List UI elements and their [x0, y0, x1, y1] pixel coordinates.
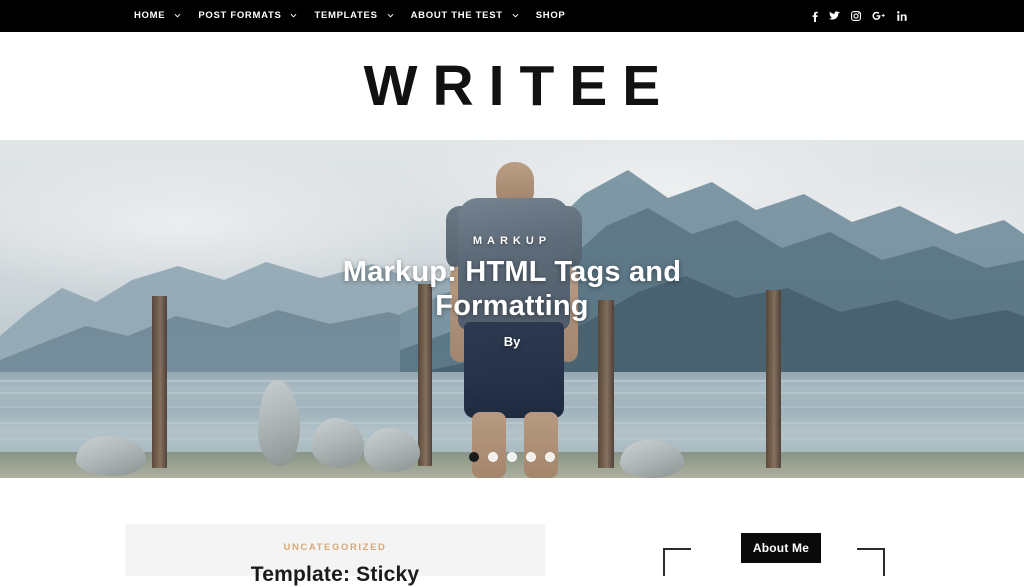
nav-item-label: TEMPLATES [314, 10, 378, 21]
slider-dot-2[interactable] [488, 452, 498, 462]
hero-caption: MARKUP Markup: HTML Tags and Formatting … [0, 140, 1024, 478]
slider-pagination [0, 452, 1024, 462]
facebook-icon[interactable] [812, 11, 818, 22]
site-logo[interactable]: WRITEE [349, 57, 676, 115]
site-header: WRITEE [0, 32, 1024, 140]
post-card[interactable]: UNCATEGORIZED Template: Sticky [125, 524, 545, 586]
about-me-widget-title[interactable]: About Me [741, 533, 821, 563]
nav-item-label: ABOUT THE TEST [410, 10, 503, 21]
chevron-down-icon[interactable] [387, 12, 394, 19]
top-navigation-bar: HOME POST FORMATS TEMPLATES ABOUT THE TE… [0, 0, 1024, 32]
chevron-down-icon[interactable] [512, 12, 519, 19]
chevron-down-icon[interactable] [174, 12, 181, 19]
google-plus-icon[interactable] [872, 11, 886, 21]
frame-corner-top-right [857, 548, 885, 576]
slider-dot-1[interactable] [469, 452, 479, 462]
nav-item-post-formats[interactable]: POST FORMATS [198, 0, 297, 32]
content-area: UNCATEGORIZED Template: Sticky About Me [0, 478, 1024, 586]
primary-nav: HOME POST FORMATS TEMPLATES ABOUT THE TE… [134, 0, 582, 32]
post-category-label[interactable]: UNCATEGORIZED [125, 542, 545, 553]
hero-byline: By [503, 334, 521, 350]
chevron-down-icon[interactable] [290, 12, 297, 19]
social-links [812, 0, 907, 32]
linkedin-icon[interactable] [897, 11, 907, 21]
frame-corner-top-left [663, 548, 691, 576]
slider-dot-5[interactable] [545, 452, 555, 462]
nav-item-shop[interactable]: SHOP [536, 0, 566, 32]
nav-item-about-the-test[interactable]: ABOUT THE TEST [411, 0, 519, 32]
nav-item-templates[interactable]: TEMPLATES [314, 0, 394, 32]
nav-item-label: HOME [134, 10, 166, 21]
nav-item-home[interactable]: HOME [134, 0, 181, 32]
hero-category-label[interactable]: MARKUP [473, 235, 551, 247]
nav-item-label: POST FORMATS [198, 10, 282, 21]
about-me-label: About Me [752, 541, 810, 555]
slider-dot-3[interactable] [507, 452, 517, 462]
sidebar: About Me [600, 478, 1024, 576]
hero-slider[interactable]: MARKUP Markup: HTML Tags and Formatting … [0, 140, 1024, 478]
nav-item-label: SHOP [535, 10, 566, 21]
slider-dot-4[interactable] [526, 452, 536, 462]
hero-post-title[interactable]: Markup: HTML Tags and Formatting [292, 256, 732, 323]
twitter-icon[interactable] [829, 11, 840, 21]
post-title[interactable]: Template: Sticky [125, 563, 545, 587]
instagram-icon[interactable] [851, 11, 861, 21]
